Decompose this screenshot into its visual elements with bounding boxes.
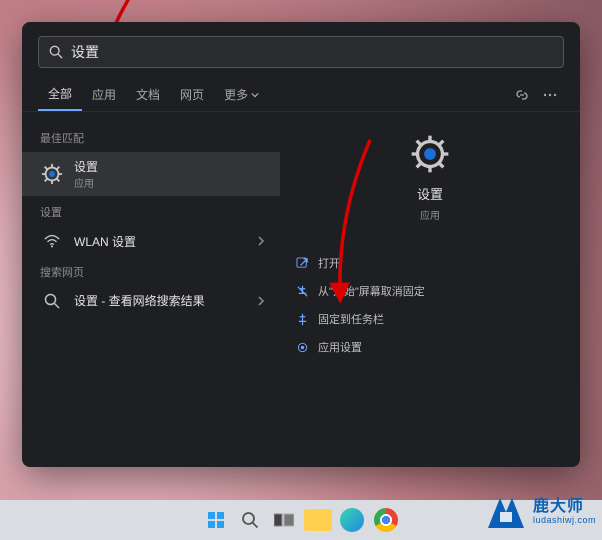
tab-web[interactable]: 网页 <box>170 78 214 111</box>
chevron-down-icon <box>251 91 259 99</box>
section-best-match: 最佳匹配 <box>22 124 280 150</box>
action-unpin-start[interactable]: 从"开始"屏幕取消固定 <box>294 280 566 302</box>
gear-icon <box>410 134 450 174</box>
action-pin-taskbar[interactable]: 固定到任务栏 <box>294 308 566 330</box>
wifi-icon <box>40 232 64 250</box>
search-icon <box>49 45 63 59</box>
unpin-icon <box>294 285 310 298</box>
results-column: 最佳匹配 设置 应用 设置 WLAN 设置 搜索网 <box>22 112 280 467</box>
taskbar-explorer-button[interactable] <box>304 506 332 534</box>
chevron-right-icon <box>256 236 266 246</box>
result-title: 设置 <box>74 158 98 175</box>
taskbar-task-view-button[interactable] <box>270 506 298 534</box>
watermark: 鹿大师 ludashiwj.com <box>482 492 596 532</box>
pin-icon <box>294 313 310 326</box>
tab-more[interactable]: 更多 <box>214 78 269 111</box>
result-sub: 应用 <box>74 175 98 190</box>
detail-column: 设置 应用 打开 从"开始"屏幕取消固定 固定到任务栏 应用 <box>280 112 580 467</box>
watermark-logo-icon <box>482 492 530 532</box>
taskbar-chrome-button[interactable] <box>372 506 400 534</box>
start-button[interactable] <box>202 506 230 534</box>
result-web-search[interactable]: 设置 - 查看网络搜索结果 <box>22 286 280 315</box>
app-title: 设置 <box>417 184 443 203</box>
result-wlan-settings[interactable]: WLAN 设置 <box>22 226 280 256</box>
open-icon <box>294 257 310 270</box>
taskbar-edge-button[interactable] <box>338 506 366 534</box>
section-web: 搜索网页 <box>22 258 280 284</box>
actions-list: 打开 从"开始"屏幕取消固定 固定到任务栏 应用设置 <box>294 252 566 358</box>
tab-documents[interactable]: 文档 <box>126 78 170 111</box>
app-subtitle: 应用 <box>420 207 440 222</box>
taskbar-search-button[interactable] <box>236 506 264 534</box>
action-open[interactable]: 打开 <box>294 252 566 274</box>
tabs-row: 全部 应用 文档 网页 更多 <box>22 78 580 112</box>
search-icon <box>40 293 64 309</box>
watermark-domain: ludashiwj.com <box>533 516 596 525</box>
action-app-settings[interactable]: 应用设置 <box>294 336 566 358</box>
chevron-right-icon <box>256 296 266 306</box>
more-icon[interactable] <box>536 87 564 103</box>
app-hero: 设置 应用 <box>294 128 566 222</box>
result-settings-app[interactable]: 设置 应用 <box>22 152 280 196</box>
search-input[interactable]: 设置 <box>38 36 564 68</box>
tab-all[interactable]: 全部 <box>38 78 82 111</box>
search-text: 设置 <box>71 42 99 62</box>
gear-icon <box>294 341 310 354</box>
search-panel: 设置 全部 应用 文档 网页 更多 最佳匹配 设置 应 <box>22 22 580 467</box>
gear-icon <box>40 163 64 185</box>
section-settings: 设置 <box>22 198 280 224</box>
watermark-name: 鹿大师 <box>533 499 596 516</box>
tab-apps[interactable]: 应用 <box>82 78 126 111</box>
link-icon[interactable] <box>508 87 536 103</box>
